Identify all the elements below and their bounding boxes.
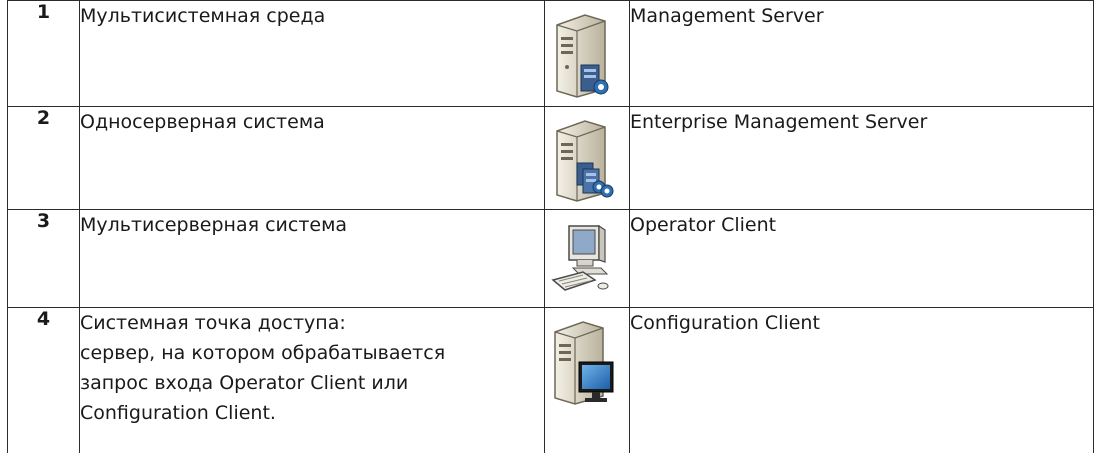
row-label: Enterprise Management Server (629, 106, 1094, 210)
icon-cell (544, 0, 630, 107)
row-number: 4 (7, 307, 80, 453)
description-line: Системная точка доступа: (80, 312, 346, 334)
row-description: Односерверная система (79, 106, 545, 210)
row-number: 1 (7, 0, 80, 107)
row-description: Мультисерверная система (79, 209, 545, 308)
legend-table: 1 Мультисистемная среда Management Serve… (7, 0, 1094, 453)
description-line: Configuration Client. (80, 402, 276, 424)
description-line: Мультисистемная среда (80, 5, 326, 27)
description-line: Односерверная система (80, 111, 325, 133)
configuration-client-icon (554, 321, 614, 405)
enterprise-management-server-icon (556, 120, 614, 202)
icon-cell (544, 106, 630, 210)
row-description: Мультисистемная среда (79, 0, 545, 107)
row-label: Operator Client (629, 209, 1094, 308)
row-label: Management Server (629, 0, 1094, 107)
icon-cell (544, 209, 630, 308)
row-number: 3 (7, 209, 80, 308)
management-server-icon (556, 14, 609, 98)
description-line: сервер, на котором обрабатывается (80, 342, 446, 364)
row-description: Системная точка доступа: сервер, на кото… (79, 307, 545, 453)
table-row: 3 Мультисерверная система Operator Clien… (7, 209, 1094, 308)
table-row: 2 Односерверная система Enterprise Manag… (7, 106, 1094, 210)
operator-client-icon (551, 224, 609, 291)
row-number: 2 (7, 106, 80, 210)
table-row: 4 Системная точка доступа: сервер, на ко… (7, 307, 1094, 453)
icon-cell (544, 307, 630, 453)
description-line: Мультисерверная система (80, 214, 348, 236)
table-row: 1 Мультисистемная среда Management Serve… (7, 0, 1094, 107)
row-label: Configuration Client (629, 307, 1094, 453)
description-line: запрос входа Operator Client или (80, 372, 409, 394)
